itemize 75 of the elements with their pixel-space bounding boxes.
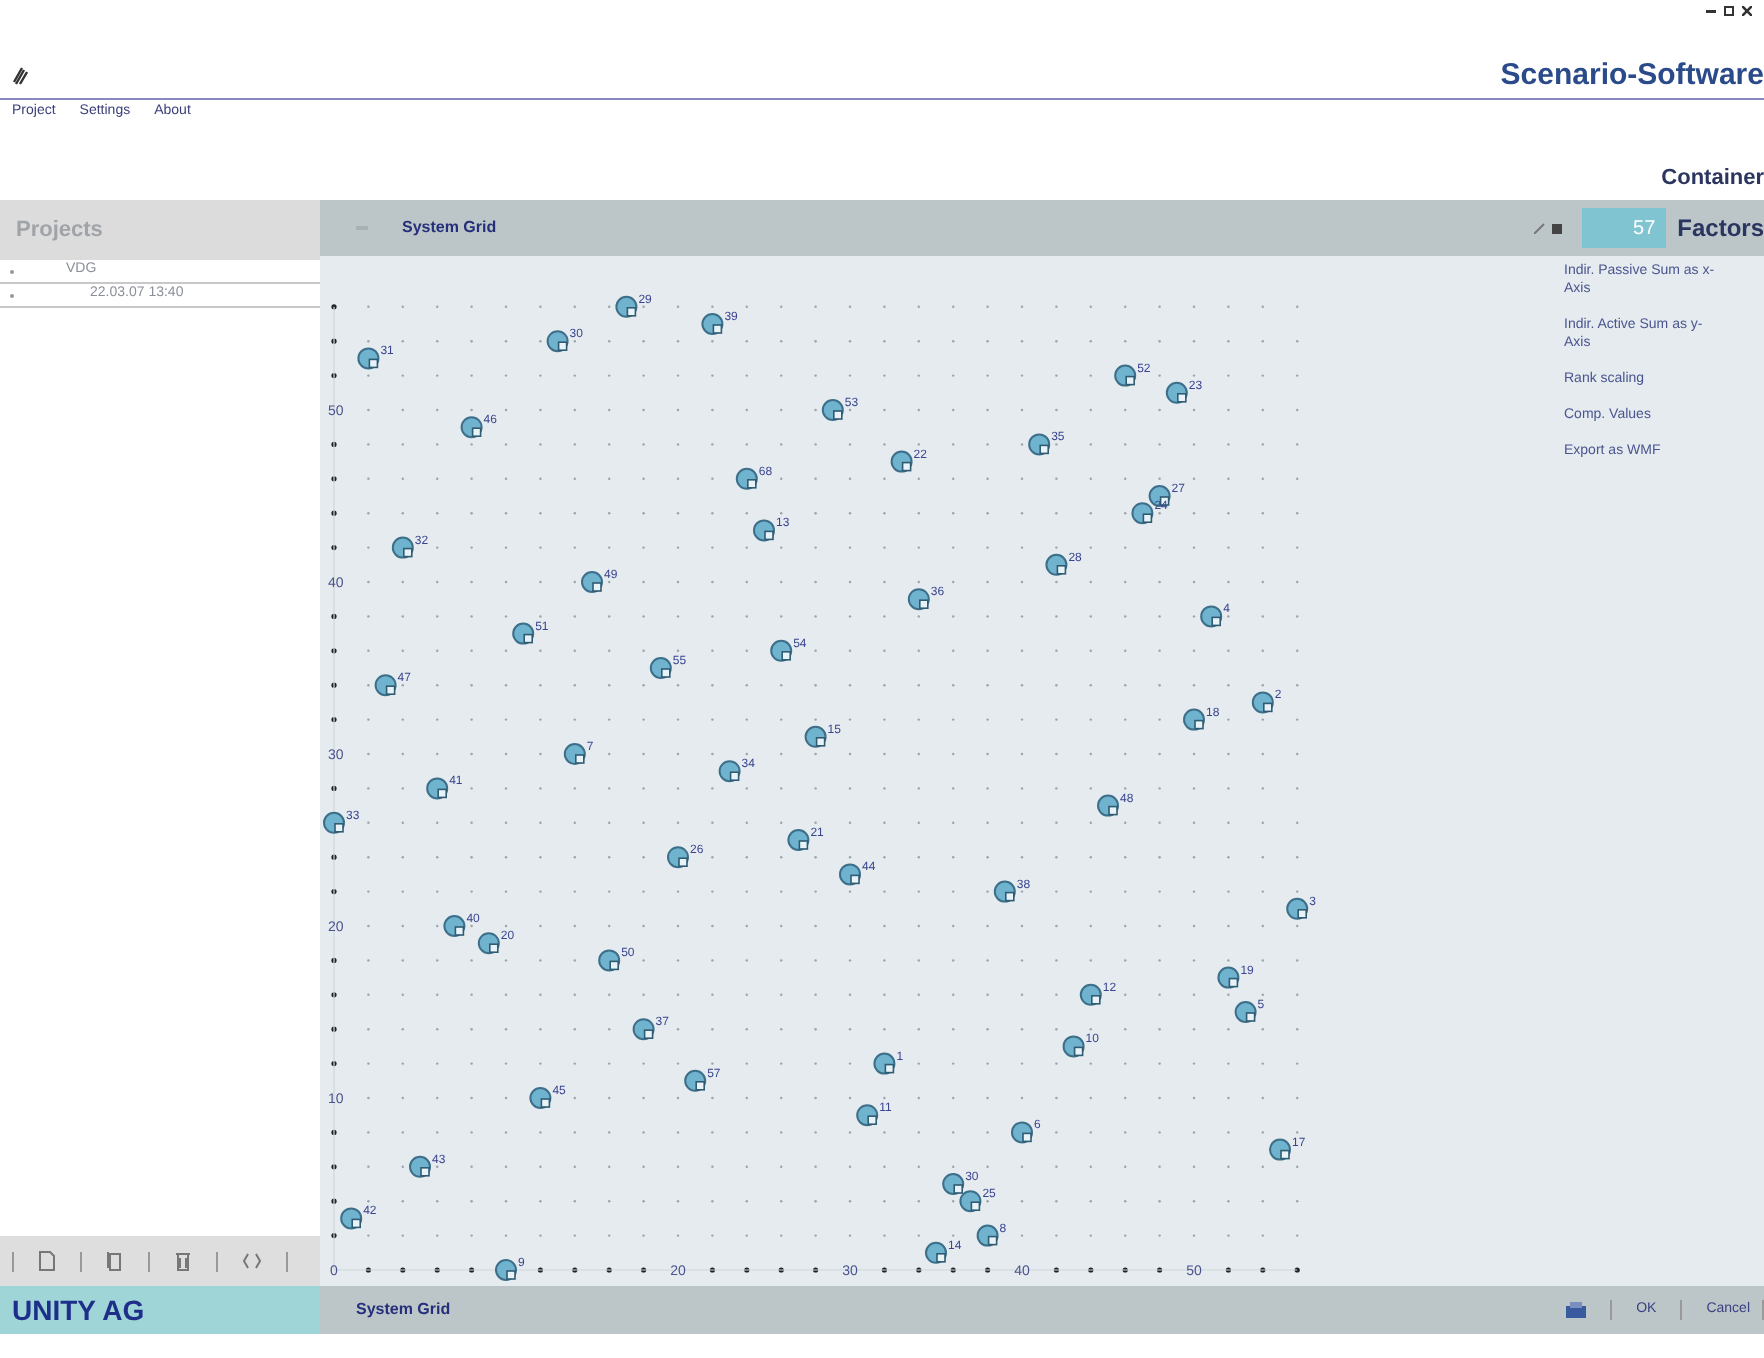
app-title: Scenario-Software (1500, 55, 1764, 95)
panel-title: System Grid (402, 216, 497, 240)
square-icon[interactable] (1551, 223, 1562, 233)
factor-node[interactable] (1011, 1121, 1033, 1144)
factor-node[interactable] (787, 829, 810, 851)
projects-header: Projects (0, 200, 320, 260)
factor-node[interactable] (374, 674, 397, 697)
company-name: UNITY AG (12, 1291, 145, 1329)
factor-node[interactable] (718, 760, 741, 783)
close-icon[interactable] (1742, 6, 1752, 16)
factor-node[interactable] (804, 725, 827, 748)
factor-node[interactable] (1045, 553, 1068, 576)
factor-node[interactable] (1028, 433, 1051, 456)
factor-node[interactable] (959, 1190, 982, 1213)
factor-node[interactable] (546, 330, 569, 353)
factor-node[interactable] (873, 1052, 896, 1075)
factor-node[interactable] (821, 399, 844, 421)
factor-node[interactable] (667, 846, 689, 869)
factor-node[interactable] (1217, 966, 1240, 989)
factor-node[interactable] (598, 949, 621, 972)
factor-node[interactable] (581, 571, 603, 593)
factor-node[interactable] (460, 416, 483, 439)
factor-node[interactable] (1079, 983, 1102, 1006)
factor-node[interactable] (753, 519, 775, 542)
trash-icon[interactable] (174, 1250, 192, 1272)
factor-node[interactable] (993, 880, 1016, 903)
factor-node[interactable] (409, 1155, 431, 1178)
pin-icon[interactable] (1533, 222, 1546, 234)
factor-node[interactable] (1183, 708, 1205, 731)
factor-node[interactable] (925, 1241, 947, 1264)
factor-node[interactable] (1097, 794, 1119, 817)
factor-node[interactable] (323, 811, 345, 834)
factor-node[interactable] (1251, 691, 1274, 714)
factor-node[interactable] (615, 295, 638, 318)
factor-node[interactable] (495, 1259, 517, 1281)
factor-node[interactable] (1286, 897, 1309, 920)
factor-node[interactable] (856, 1104, 879, 1127)
factor-node[interactable] (512, 622, 535, 645)
factor-node[interactable] (391, 536, 414, 559)
printer-icon[interactable] (1566, 1302, 1587, 1318)
factor-node[interactable] (477, 932, 500, 955)
factor-node[interactable] (649, 657, 672, 679)
factor-node[interactable] (942, 1173, 965, 1195)
paperclip-icon (12, 65, 28, 86)
pages-icon[interactable] (106, 1250, 124, 1272)
factor-node[interactable] (563, 743, 586, 765)
factor-node[interactable] (357, 347, 380, 370)
factor-count: 57 (1581, 208, 1666, 248)
factor-node[interactable] (976, 1224, 999, 1247)
expand-icon[interactable] (242, 1250, 262, 1272)
factor-node[interactable] (443, 915, 466, 937)
factor-node[interactable] (340, 1207, 363, 1230)
factor-node[interactable] (1200, 605, 1223, 628)
factor-node[interactable] (684, 1069, 707, 1092)
factor-node[interactable] (1114, 364, 1137, 387)
factor-node[interactable] (1234, 1001, 1257, 1023)
factor-node[interactable] (735, 467, 758, 490)
factor-node[interactable] (1165, 381, 1188, 404)
factor-node[interactable] (907, 588, 930, 611)
factors-label: Factors (1677, 212, 1764, 246)
factor-node[interactable] (529, 1087, 552, 1109)
document-icon[interactable] (38, 1250, 56, 1272)
factor-node[interactable] (890, 450, 913, 473)
factor-node[interactable] (1148, 485, 1171, 507)
factor-node[interactable] (1062, 1035, 1085, 1058)
factor-node[interactable] (839, 863, 861, 886)
factor-node[interactable] (1131, 502, 1154, 525)
factor-node[interactable] (1269, 1138, 1291, 1161)
factor-node[interactable] (426, 777, 449, 800)
factor-node[interactable] (701, 313, 724, 335)
status-text: System Grid (356, 1298, 451, 1322)
factor-node[interactable] (770, 639, 793, 662)
container-label: Container (1661, 163, 1764, 193)
factor-node[interactable] (632, 1018, 655, 1041)
maximize-icon[interactable] (1724, 6, 1734, 16)
